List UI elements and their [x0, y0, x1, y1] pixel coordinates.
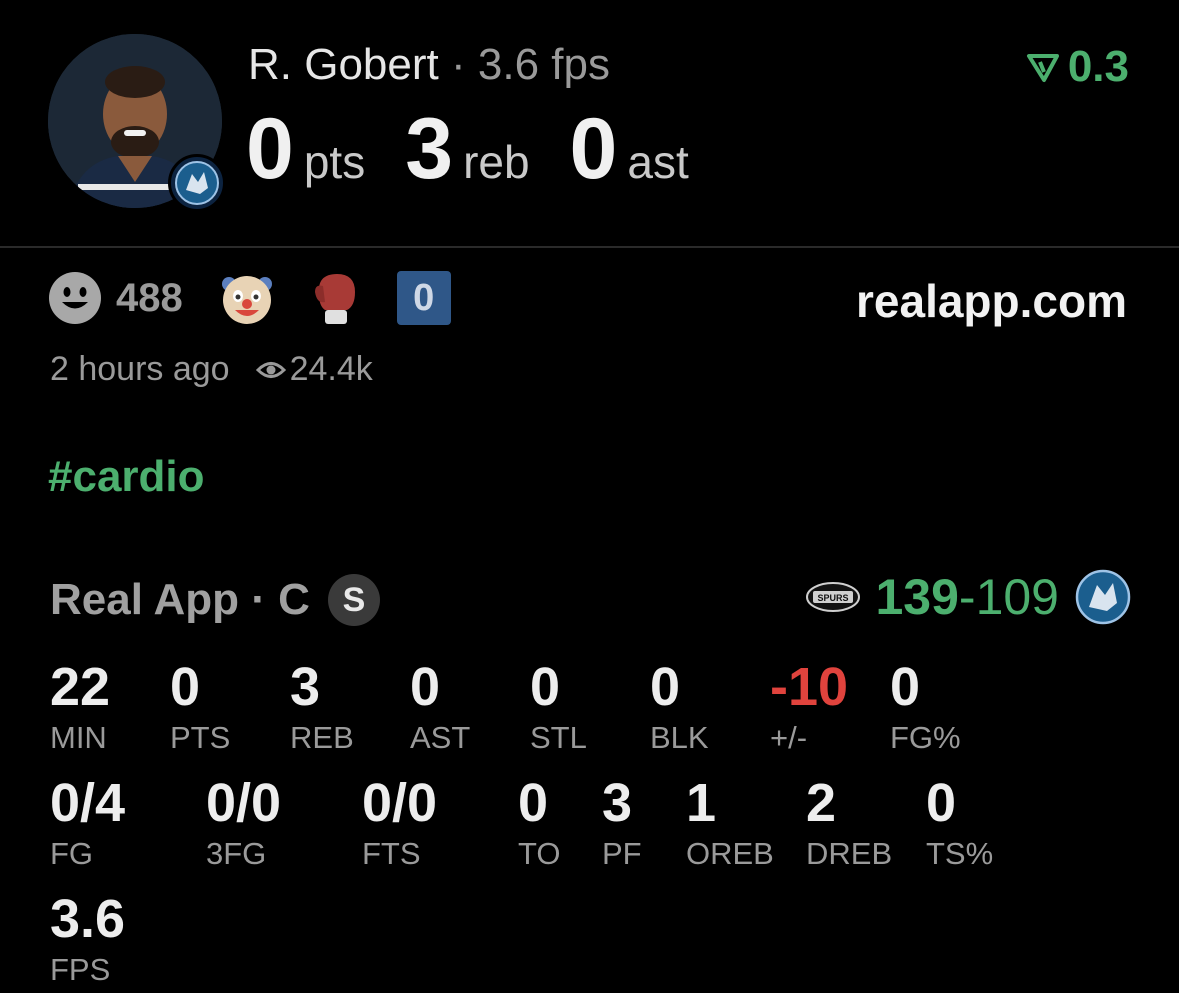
stat-label: AST: [410, 720, 471, 755]
stat-3fg: 0/0 3FG: [206, 776, 281, 872]
timberwolves-logo-icon: [1075, 569, 1131, 625]
stat-blk: 0 BLK: [650, 660, 709, 756]
stat-label: TS%: [926, 836, 994, 871]
stat-label: +/-: [770, 720, 808, 755]
stat-stl: 0 STL: [530, 660, 587, 756]
player-name-line: R. Gobert · 3.6 fps: [248, 40, 610, 90]
game-source-line: Real App · C S: [50, 574, 380, 626]
stat-label: STL: [530, 720, 587, 755]
site-link[interactable]: realapp.com: [856, 274, 1127, 328]
headline-stats: 0 pts 3 reb 0 ast: [246, 100, 729, 199]
post-meta: 2 hours ago 24.4k: [50, 350, 373, 389]
headline-ast-value: 0: [569, 101, 618, 197]
spurs-logo-icon: SPURS: [806, 582, 861, 612]
stat-value: 22: [50, 657, 111, 717]
starter-badge: S: [327, 574, 380, 626]
stat-fps: 3.6 FPS: [50, 892, 125, 988]
stat-value: 0: [518, 773, 549, 833]
stat-label: FG%: [890, 720, 961, 755]
stat-label: FPS: [50, 952, 111, 987]
stat-value: 0: [530, 657, 561, 717]
stat-label: FG: [50, 836, 94, 871]
name-separator: ·: [450, 40, 466, 89]
stat-value: 0/0: [362, 773, 438, 833]
stat-dreb: 2 DREB: [806, 776, 892, 872]
smiley-count: 488: [116, 275, 183, 320]
headline-reb-value: 3: [405, 101, 454, 197]
stat-value: 2: [806, 773, 837, 833]
stat-to: 0 TO: [518, 776, 561, 872]
rating-value: 0.3: [1067, 42, 1129, 91]
stat-label: DREB: [806, 836, 893, 871]
stat-label: PTS: [170, 720, 231, 755]
stat-label: BLK: [650, 720, 709, 755]
stat-value: 3: [290, 657, 321, 717]
stat-value: 0: [650, 657, 681, 717]
rating-badge[interactable]: 0.3: [1026, 42, 1129, 92]
score-winner: 139: [875, 569, 959, 625]
post-time: 2 hours ago: [50, 350, 230, 388]
clown-face-icon[interactable]: [219, 270, 275, 326]
stat-label: REB: [290, 720, 354, 755]
header-divider: [0, 246, 1179, 248]
game-score[interactable]: SPURS 139 - 109: [805, 568, 1131, 626]
stat-plus-minus: -10 +/-: [770, 660, 848, 756]
stat-pts: 0 PTS: [170, 660, 230, 756]
stat-label: FTS: [362, 836, 421, 871]
stat-label: TO: [518, 836, 561, 871]
stat-fg-pct: 0 FG%: [890, 660, 961, 756]
fps-label: 3.6 fps: [477, 40, 610, 89]
view-count: 24.4k: [289, 350, 373, 388]
score-dash: -: [958, 569, 976, 625]
headline-ast-unit: ast: [627, 136, 689, 188]
real-logo-icon: [1026, 54, 1059, 82]
stat-value: 0: [926, 773, 957, 833]
stat-pf: 3 PF: [602, 776, 642, 872]
stat-label: 3FG: [206, 836, 267, 871]
headline-pts-value: 0: [246, 101, 294, 197]
stat-reb: 3 REB: [290, 660, 354, 756]
stat-label: PF: [602, 836, 642, 871]
stat-value: 3.6: [50, 889, 126, 949]
stat-value: 0: [890, 657, 921, 717]
svg-text:SPURS: SPURS: [818, 593, 849, 603]
score-loser: 109: [975, 569, 1059, 625]
hashtag-link[interactable]: #cardio: [48, 452, 205, 502]
zero-badge[interactable]: 0: [396, 271, 451, 325]
headline-pts-unit: pts: [303, 136, 366, 188]
stat-fts: 0/0 FTS: [362, 776, 437, 872]
stat-label: MIN: [50, 720, 107, 755]
position-label: C: [278, 575, 310, 624]
eye-icon: [255, 361, 286, 378]
source-separator: ·: [239, 575, 279, 624]
stat-value: 0: [170, 657, 201, 717]
stat-value: 0: [410, 657, 441, 717]
player-name[interactable]: R. Gobert: [248, 40, 439, 89]
stat-ast: 0 AST: [410, 660, 470, 756]
stat-fg: 0/4 FG: [50, 776, 125, 872]
stat-value: -10: [770, 657, 849, 717]
stat-oreb: 1 OREB: [686, 776, 774, 872]
boxing-glove-icon[interactable]: [311, 270, 361, 326]
reactions-row: 488 0: [48, 270, 451, 326]
headline-reb-unit: reb: [463, 136, 530, 188]
stat-label: OREB: [686, 836, 774, 871]
smiley-icon[interactable]: [48, 271, 102, 325]
stat-value: 0/4: [50, 773, 126, 833]
stat-ts-pct: 0 TS%: [926, 776, 993, 872]
team-badge-icon: [168, 154, 226, 212]
stat-value: 1: [686, 773, 717, 833]
source-label: Real App: [50, 575, 240, 624]
stat-min: 22 MIN: [50, 660, 110, 756]
stat-value: 0/0: [206, 773, 282, 833]
stat-value: 3: [602, 773, 633, 833]
